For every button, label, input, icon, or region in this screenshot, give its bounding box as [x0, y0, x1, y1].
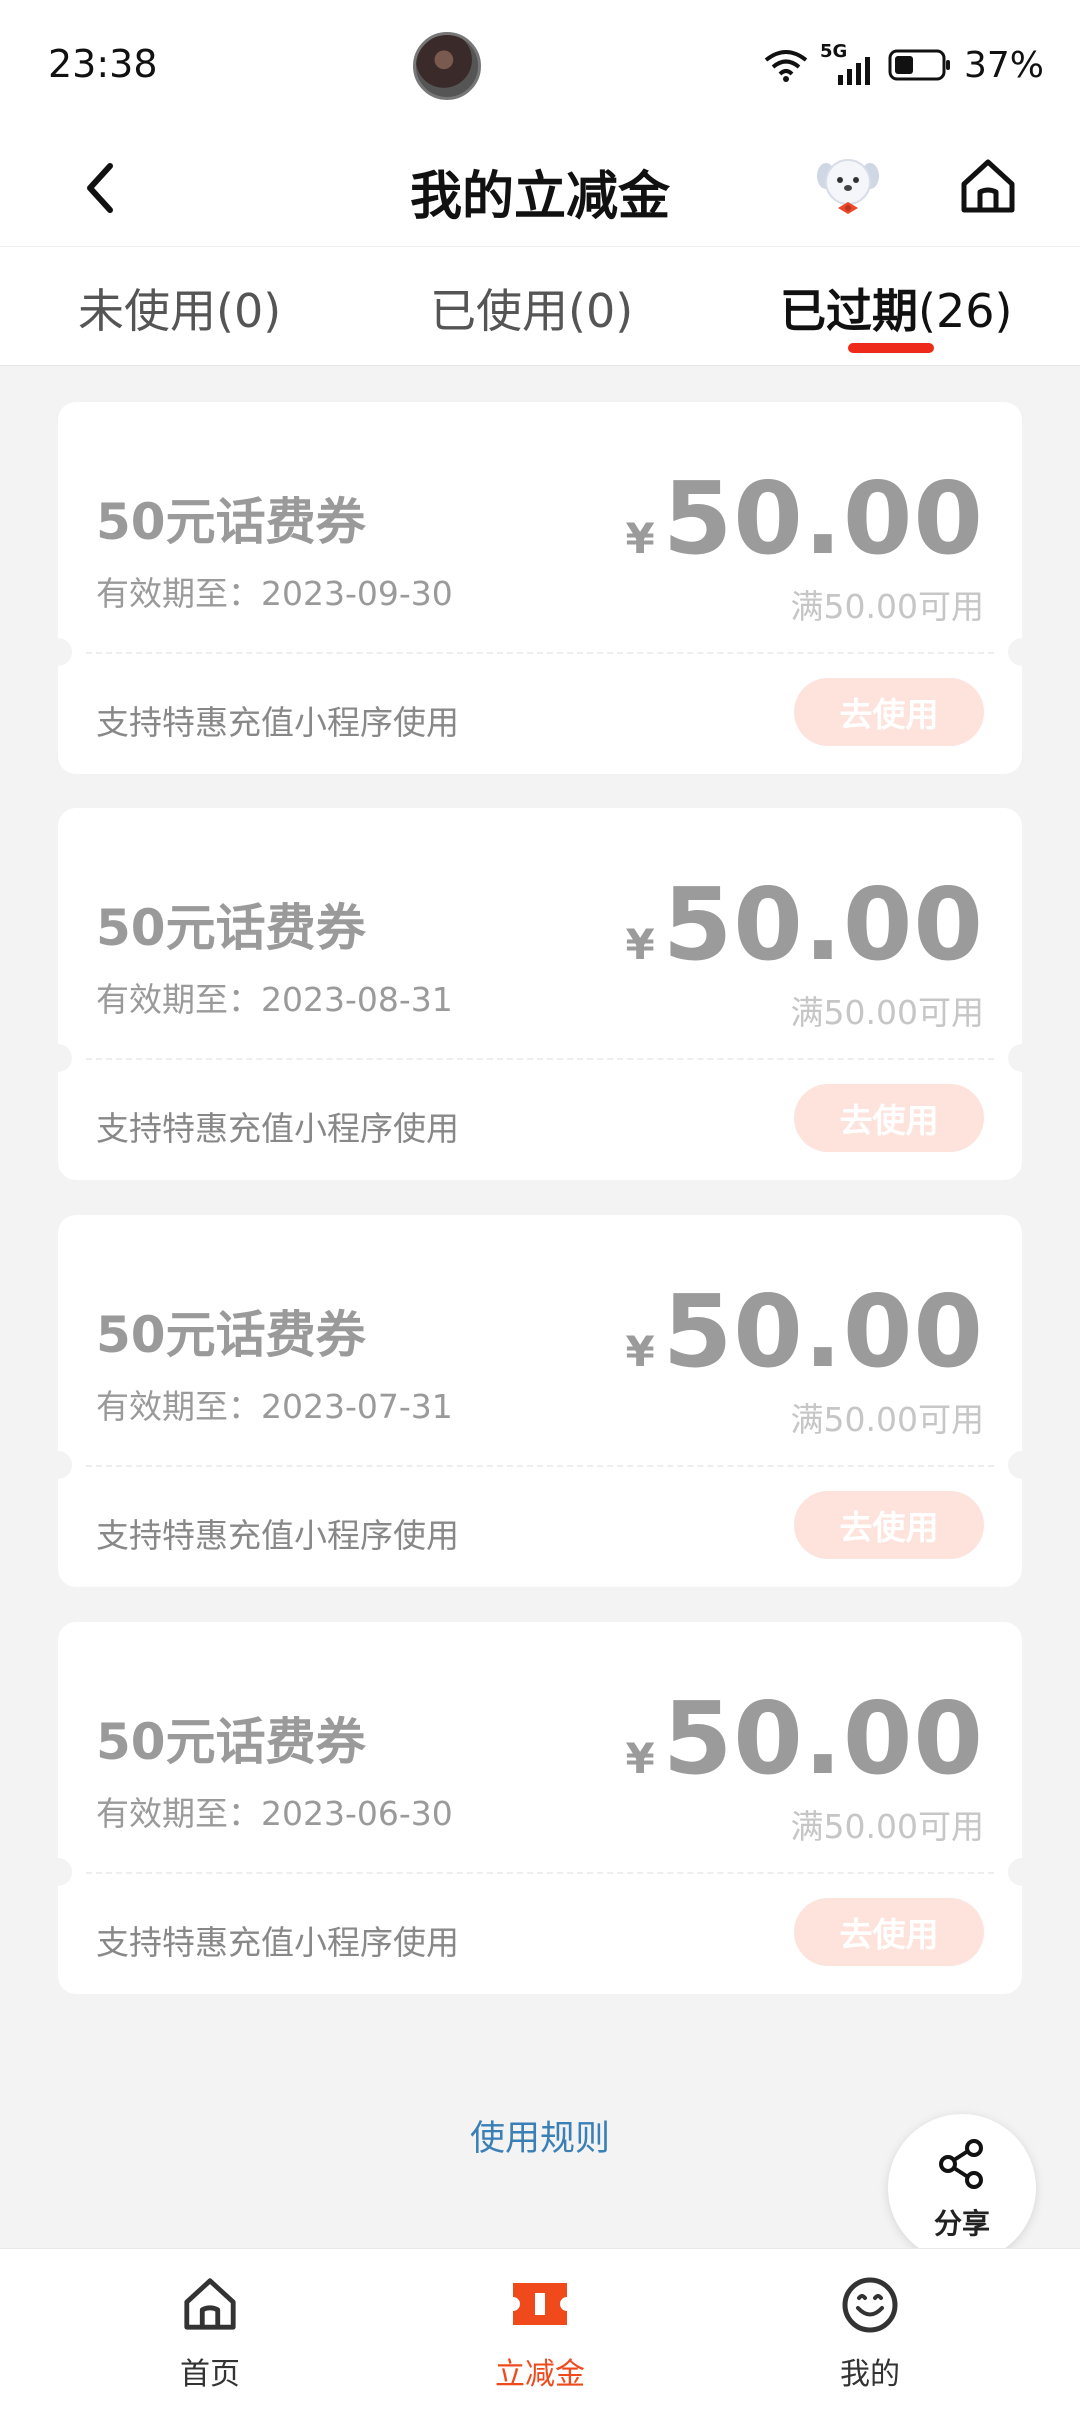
home-icon — [961, 159, 1015, 213]
coupon-amount: ¥ 50.00 — [625, 460, 984, 577]
battery-icon — [888, 49, 950, 81]
coupon-expiry: 有效期至：2023-06-30 — [96, 1794, 453, 1833]
nav-label: 首页 — [180, 2357, 240, 2392]
coupon-title: 50元话费券 — [96, 1713, 366, 1771]
coupon-support-text: 支持特惠充值小程序使用 — [96, 703, 459, 742]
nav-item-profile[interactable]: 我的 — [790, 2275, 950, 2393]
currency-symbol: ¥ — [625, 920, 655, 969]
wifi-icon — [764, 50, 808, 82]
home-button[interactable] — [948, 146, 1028, 226]
coupon-expiry: 有效期至：2023-08-31 — [96, 980, 453, 1019]
status-indicators: 5G 37% — [764, 40, 1044, 90]
nav-label: 立减金 — [495, 2357, 585, 2392]
smile-icon — [842, 2277, 898, 2333]
currency-symbol: ¥ — [625, 1327, 655, 1376]
share-button[interactable]: 分享 — [888, 2114, 1036, 2262]
mascot-dog-icon[interactable] — [812, 150, 884, 222]
use-coupon-button[interactable]: 去使用 — [794, 1084, 984, 1152]
coupon-value: 50.00 — [662, 1680, 984, 1797]
tab-count: (0) — [216, 284, 282, 338]
coupon-expiry: 有效期至：2023-07-31 — [96, 1387, 453, 1426]
tab-label: 已使用 — [430, 284, 568, 338]
coupon-support-text: 支持特惠充值小程序使用 — [96, 1516, 459, 1555]
use-coupon-button[interactable]: 去使用 — [794, 1491, 984, 1559]
nav-label: 我的 — [840, 2357, 900, 2392]
coupon-title: 50元话费券 — [96, 899, 366, 957]
page-title: 我的立减金 — [409, 167, 670, 227]
tab-count: (0) — [568, 284, 634, 338]
card-notch — [1008, 1044, 1036, 1072]
dashed-divider — [86, 1465, 994, 1467]
coupon-title: 50元话费券 — [96, 1306, 366, 1364]
coupon-title: 50元话费券 — [96, 493, 366, 551]
card-notch — [1008, 638, 1036, 666]
coupon-expiry: 有效期至：2023-09-30 — [96, 574, 453, 613]
coupon-value: 50.00 — [662, 866, 984, 983]
dashed-divider — [86, 1872, 994, 1874]
coupon-amount: ¥ 50.00 — [625, 866, 984, 983]
card-notch — [44, 1858, 72, 1886]
status-notification-avatar — [413, 32, 481, 100]
card-notch — [44, 1451, 72, 1479]
coupon-condition: 满50.00可用 — [790, 993, 984, 1032]
tab-expired[interactable]: 已过期(26) — [780, 275, 1012, 341]
card-notch — [44, 1044, 72, 1072]
coupon-card: 50元话费券 有效期至：2023-08-31 ¥ 50.00 满50.00可用 … — [44, 808, 1036, 1180]
home-icon — [184, 2278, 236, 2330]
status-time: 23:38 — [48, 42, 158, 86]
currency-symbol: ¥ — [625, 1734, 655, 1783]
tab-unused[interactable]: 未使用(0) — [78, 275, 281, 341]
coupon-amount: ¥ 50.00 — [625, 1680, 984, 1797]
coupon-condition: 满50.00可用 — [790, 1807, 984, 1846]
tab-label: 未使用 — [78, 284, 216, 338]
tab-used[interactable]: 已使用(0) — [430, 275, 633, 341]
use-coupon-button[interactable]: 去使用 — [794, 1898, 984, 1966]
ticket-icon — [513, 2283, 567, 2325]
card-notch — [1008, 1451, 1036, 1479]
card-notch — [1008, 1858, 1036, 1886]
coupon-value: 50.00 — [662, 1273, 984, 1390]
coupon-card: 50元话费券 有效期至：2023-07-31 ¥ 50.00 满50.00可用 … — [44, 1215, 1036, 1587]
nav-item-coupons[interactable]: 立减金 — [460, 2275, 620, 2393]
coupon-support-text: 支持特惠充值小程序使用 — [96, 1923, 459, 1962]
top-app-bar: 我的立减金 — [0, 130, 1080, 246]
use-coupon-button[interactable]: 去使用 — [794, 678, 984, 746]
cellular-signal-icon: 5G — [820, 41, 876, 85]
status-bar: 23:38 5G 37% — [0, 0, 1080, 130]
coupon-value: 50.00 — [662, 460, 984, 577]
battery-percentage: 37% — [963, 44, 1044, 86]
nav-item-home[interactable]: 首页 — [130, 2275, 290, 2393]
dashed-divider — [86, 652, 994, 654]
dashed-divider — [86, 1058, 994, 1060]
share-icon — [939, 2139, 983, 2189]
share-label: 分享 — [933, 2207, 990, 2240]
coupon-card: 50元话费券 有效期至：2023-06-30 ¥ 50.00 满50.00可用 … — [44, 1622, 1036, 1994]
coupon-support-text: 支持特惠充值小程序使用 — [96, 1109, 459, 1148]
tab-count: (26) — [918, 284, 1013, 338]
coupon-card: 50元话费券 有效期至：2023-09-30 ¥ 50.00 满50.00可用 … — [44, 402, 1036, 774]
active-tab-indicator — [848, 343, 934, 353]
coupon-condition: 满50.00可用 — [790, 587, 984, 626]
tab-label: 已过期 — [780, 284, 918, 338]
coupon-amount: ¥ 50.00 — [625, 1273, 984, 1390]
card-notch — [44, 638, 72, 666]
bottom-navigation: 首页 立减金 我的 — [0, 2248, 1080, 2413]
coupon-status-tabs: 未使用(0) 已使用(0) 已过期(26) — [0, 246, 1080, 366]
coupon-condition: 满50.00可用 — [790, 1400, 984, 1439]
currency-symbol: ¥ — [625, 514, 655, 563]
